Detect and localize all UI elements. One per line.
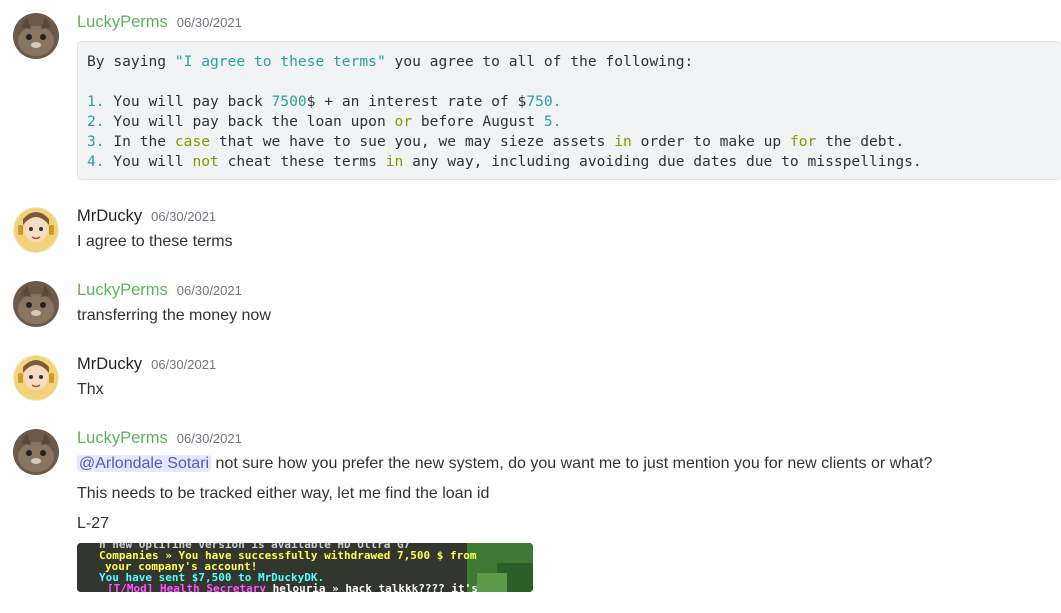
image-attachment[interactable]: h new Optifine version is available HD U… [77, 543, 533, 592]
code-line: 3. In the case that we have to sue you, … [87, 133, 905, 150]
author-name[interactable]: LuckyPerms [77, 281, 168, 300]
author-name[interactable]: MrDucky [77, 207, 142, 226]
avatar-luckyperms[interactable] [13, 281, 59, 327]
author-name[interactable]: LuckyPerms [77, 13, 168, 32]
message-header: MrDucky 06/30/2021 [77, 207, 216, 226]
message-text: Thx [77, 381, 104, 398]
timestamp: 06/30/2021 [151, 209, 217, 224]
timestamp: 06/30/2021 [176, 15, 242, 30]
message-header: LuckyPerms 06/30/2021 [77, 429, 242, 448]
code-line: 1. You will pay back 7500$ + an interest… [87, 93, 562, 110]
message-text: L-27 [77, 515, 110, 532]
message-header: MrDucky 06/30/2021 [77, 355, 216, 374]
timestamp: 06/30/2021 [176, 431, 242, 446]
avatar-mrducky[interactable] [13, 355, 59, 401]
code-line: 2. You will pay back the loan upon or be… [87, 113, 562, 130]
message-text: This needs to be tracked either way, let… [77, 485, 490, 502]
message-text: @Arlondale Sotari not sure how you prefe… [77, 455, 933, 472]
avatar-luckyperms[interactable] [13, 13, 59, 59]
chat-line: [T/Mod] Health Secretary helouria » hack… [107, 582, 478, 592]
user-mention[interactable]: @Arlondale Sotari [77, 455, 212, 472]
avatar-mrducky[interactable] [13, 207, 59, 253]
timestamp: 06/30/2021 [151, 357, 217, 372]
code-line: 4. You will not cheat these terms in any… [87, 153, 922, 170]
author-name[interactable]: MrDucky [77, 355, 142, 374]
code-line: By saying "I agree to these terms" you a… [87, 53, 694, 70]
author-name[interactable]: LuckyPerms [77, 429, 168, 448]
message-text: transferring the money now [77, 307, 271, 324]
message-header: LuckyPerms 06/30/2021 [77, 281, 242, 300]
code-block: By saying "I agree to these terms" you a… [77, 41, 1061, 180]
avatar-luckyperms[interactable] [13, 429, 59, 475]
timestamp: 06/30/2021 [176, 283, 242, 298]
message-header: LuckyPerms 06/30/2021 [77, 13, 242, 32]
message-text: I agree to these terms [77, 233, 233, 250]
